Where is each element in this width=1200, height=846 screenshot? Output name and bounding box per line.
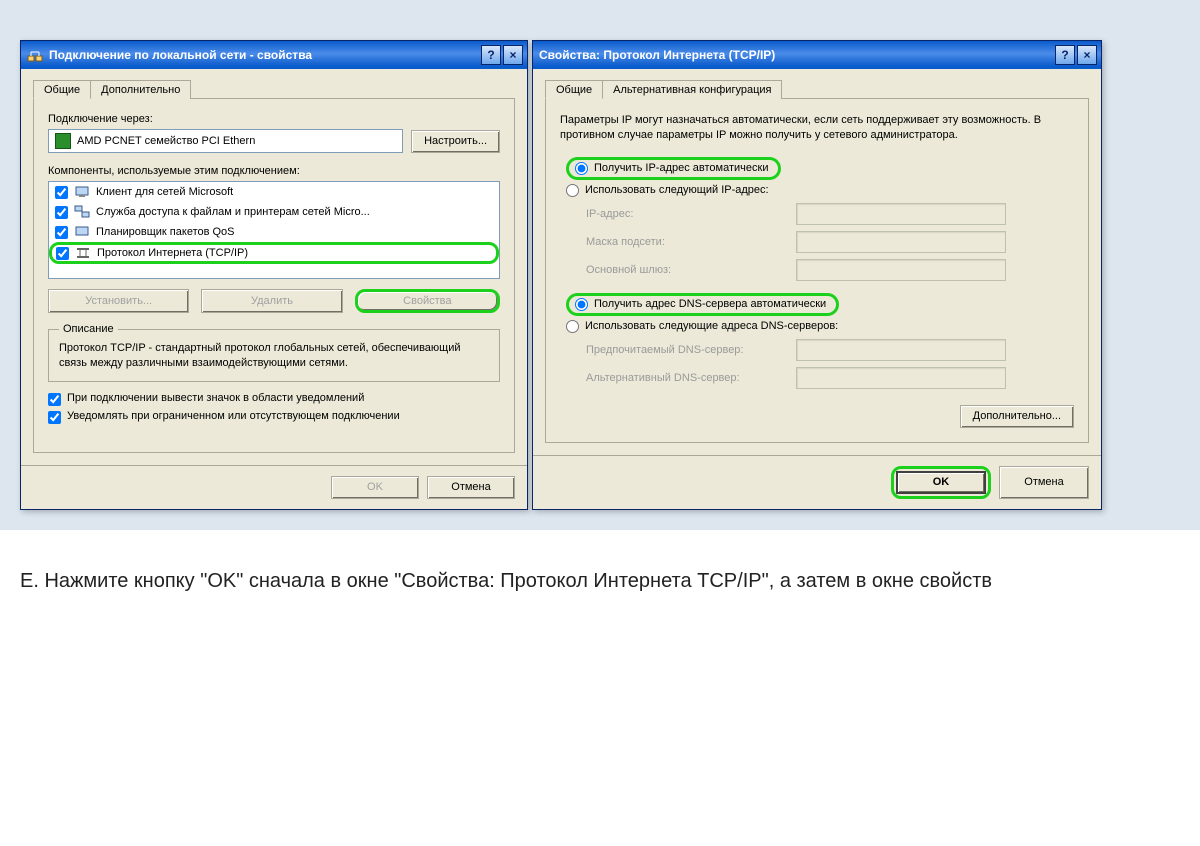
title-text: Подключение по локальной сети - свойства (49, 48, 312, 62)
adapter-name: AMD PCNET семейство PCI Ethern (77, 135, 255, 147)
dns-pref-field (796, 339, 1006, 361)
ip-fields-group: IP-адрес: Маска подсети: Основной шлюз: (586, 203, 1074, 281)
gateway-field (796, 259, 1006, 281)
service-icon (74, 204, 90, 220)
tab-general[interactable]: Общие (545, 80, 603, 99)
properties-button[interactable]: Свойства (355, 289, 500, 313)
title-text: Свойства: Протокол Интернета (TCP/IP) (539, 48, 775, 62)
info-text: Параметры IP могут назначаться автоматич… (560, 113, 1074, 143)
notify-limited-checkbox[interactable] (48, 411, 61, 424)
radio-dns-auto-label: Получить адрес DNS-сервера автоматически (594, 298, 826, 310)
list-item[interactable]: Служба доступа к файлам и принтерам сете… (49, 202, 499, 222)
titlebar[interactable]: Свойства: Протокол Интернета (TCP/IP) ? … (533, 41, 1101, 69)
component-label: Протокол Интернета (TCP/IP) (97, 247, 248, 259)
component-checkbox[interactable] (56, 247, 69, 260)
dialog-footer: OK Отмена (533, 455, 1101, 509)
component-checkbox[interactable] (55, 226, 68, 239)
client-icon (74, 184, 90, 200)
description-group: Описание Протокол TCP/IP - стандартный п… (48, 323, 500, 382)
list-item[interactable]: Клиент для сетей Microsoft (49, 182, 499, 202)
list-item[interactable]: Планировщик пакетов QoS (49, 222, 499, 242)
component-checkbox[interactable] (55, 206, 68, 219)
qos-icon (74, 224, 90, 240)
tab-panel-general: Подключение через: AMD PCNET семейство P… (33, 99, 515, 453)
description-text: Протокол TCP/IP - стандартный протокол г… (59, 341, 489, 371)
cancel-button[interactable]: Отмена (427, 476, 515, 499)
dialog-footer: OK Отмена (21, 465, 527, 509)
ok-button-highlight: OK (891, 466, 991, 499)
protocol-icon (75, 245, 91, 261)
cancel-button[interactable]: Отмена (999, 466, 1089, 499)
install-button[interactable]: Установить... (48, 289, 189, 313)
tab-alt-config[interactable]: Альтернативная конфигурация (602, 80, 782, 99)
radio-ip-auto-highlight: Получить IP-адрес автоматически (566, 157, 781, 180)
advanced-button[interactable]: Дополнительно... (960, 405, 1074, 428)
dns-alt-field (796, 367, 1006, 389)
tabstrip: Общие Дополнительно (33, 79, 515, 99)
remove-button[interactable]: Удалить (201, 289, 342, 313)
radio-ip-manual[interactable] (566, 184, 579, 197)
component-label: Клиент для сетей Microsoft (96, 186, 233, 198)
dns-pref-label: Предпочитаемый DNS-сервер: (586, 344, 796, 356)
radio-ip-auto[interactable] (575, 162, 588, 175)
tab-panel-general: Параметры IP могут назначаться автоматич… (545, 99, 1089, 443)
gateway-label: Основной шлюз: (586, 264, 796, 276)
tcpip-properties-dialog: Свойства: Протокол Интернета (TCP/IP) ? … (532, 40, 1102, 510)
dns-alt-label: Альтернативный DNS-сервер: (586, 372, 796, 384)
radio-ip-auto-label: Получить IP-адрес автоматически (594, 162, 768, 174)
connect-via-label: Подключение через: (48, 113, 500, 125)
configure-button[interactable]: Настроить... (411, 130, 500, 153)
components-label: Компоненты, используемые этим подключени… (48, 165, 500, 177)
help-button[interactable]: ? (1055, 45, 1075, 65)
connection-icon (27, 47, 43, 63)
instruction-text: Е. Нажмите кнопку "OK" сначала в окне "С… (0, 530, 1200, 633)
list-item-tcpip[interactable]: Протокол Интернета (TCP/IP) (49, 242, 499, 264)
radio-dns-manual-label: Использовать следующие адреса DNS-сервер… (585, 320, 838, 332)
ok-button[interactable]: OK (896, 471, 986, 494)
radio-dns-auto-highlight: Получить адрес DNS-сервера автоматически (566, 293, 839, 316)
help-button[interactable]: ? (481, 45, 501, 65)
tabstrip: Общие Альтернативная конфигурация (545, 79, 1089, 99)
component-label: Планировщик пакетов QoS (96, 226, 235, 238)
subnet-mask-label: Маска подсети: (586, 236, 796, 248)
ip-address-field (796, 203, 1006, 225)
adapter-field[interactable]: AMD PCNET семейство PCI Ethern (48, 129, 403, 153)
description-legend: Описание (59, 323, 118, 335)
ip-address-label: IP-адрес: (586, 208, 796, 220)
lan-properties-dialog: Подключение по локальной сети - свойства… (20, 40, 528, 510)
close-button[interactable]: × (1077, 45, 1097, 65)
dns-fields-group: Предпочитаемый DNS-сервер: Альтернативны… (586, 339, 1074, 389)
nic-icon (55, 133, 71, 149)
ok-button[interactable]: OK (331, 476, 419, 499)
component-checkbox[interactable] (55, 186, 68, 199)
tab-advanced[interactable]: Дополнительно (90, 80, 191, 99)
radio-dns-auto[interactable] (575, 298, 588, 311)
radio-dns-manual[interactable] (566, 320, 579, 333)
notify-limited-label: Уведомлять при ограниченном или отсутств… (67, 410, 400, 422)
subnet-mask-field (796, 231, 1006, 253)
tab-general[interactable]: Общие (33, 80, 91, 99)
components-list[interactable]: Клиент для сетей Microsoft Служба доступ… (48, 181, 500, 279)
notify-icon-label: При подключении вывести значок в области… (67, 392, 364, 404)
notify-icon-checkbox[interactable] (48, 393, 61, 406)
close-button[interactable]: × (503, 45, 523, 65)
component-label: Служба доступа к файлам и принтерам сете… (96, 206, 370, 218)
titlebar[interactable]: Подключение по локальной сети - свойства… (21, 41, 527, 69)
radio-ip-manual-label: Использовать следующий IP-адрес: (585, 184, 769, 196)
